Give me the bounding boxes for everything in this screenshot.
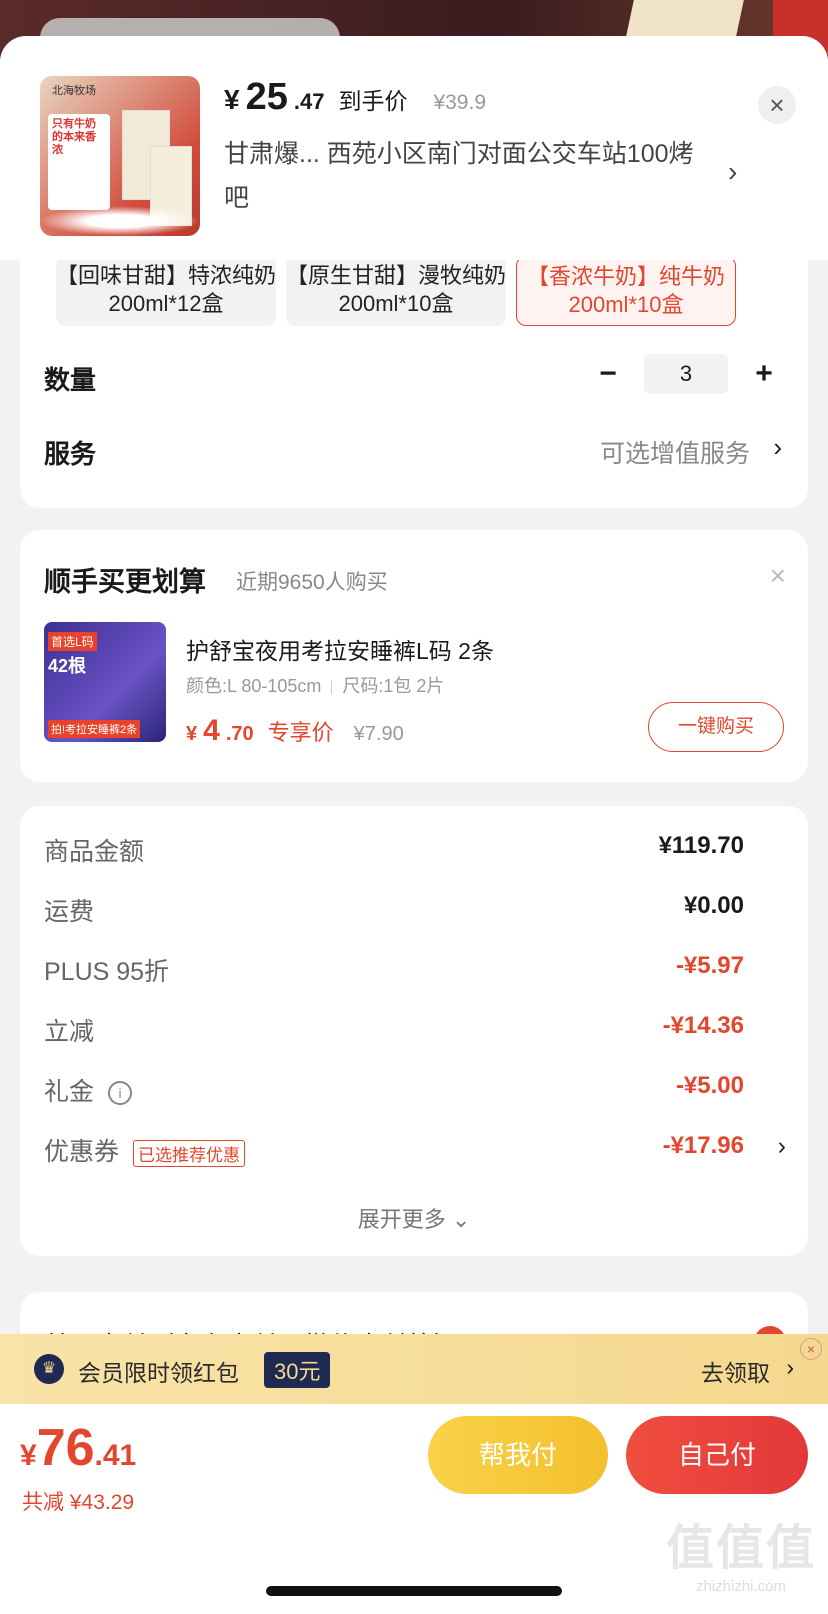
chevron-right-icon[interactable]: › [778,1132,786,1161]
variant-option[interactable]: 【回味甘甜】特浓纯奶200ml*12盒 [56,256,276,326]
close-icon[interactable]: × [800,1338,822,1360]
product-thumbnail: 北海牧场 只有牛奶的本来香浓 [40,76,200,236]
upsell-card: 顺手买更划算 近期9650人购买 × 首选L码 42根 拍!考拉安睡裤2条 护舒… [20,530,808,782]
chevron-right-icon[interactable]: › [773,432,782,463]
claim-button[interactable]: 去领取 [701,1354,770,1388]
bottom-bar: ¥76.41 共减 ¥43.29 帮我付 自己付 值值值 zhizhizhi.c… [0,1404,828,1614]
variant-list: 【回味甘甜】特浓纯奶200ml*12盒 【原生甘甜】漫牧纯奶200ml*10盒 … [56,256,736,326]
minus-button[interactable]: − [594,357,622,391]
promo-amount: 30元 [264,1352,331,1388]
summary-row: PLUS 95折 -¥5.97 [44,952,744,986]
price-label: 到手价 [338,88,408,114]
crown-icon: ♛ [34,1354,64,1384]
upsell-product-name[interactable]: 护舒宝夜用考拉安睡裤L码 2条 [186,632,494,666]
product-header: 北海牧场 只有牛奶的本来香浓 ¥25.47 到手价 ¥39.9 × 甘肃爆...… [0,36,828,260]
upsell-title: 顺手买更划算 [44,567,206,597]
upsell-thumbnail[interactable]: 首选L码 42根 拍!考拉安睡裤2条 [44,622,166,742]
promo-banner[interactable]: ♛ 会员限时领红包 30元 去领取 › × [0,1334,828,1404]
upsell-subtitle: 近期9650人购买 [236,571,388,594]
close-icon[interactable]: × [770,560,786,592]
total-price: ¥76.41 [20,1419,137,1477]
summary-row: 商品金额 ¥119.70 [44,832,744,866]
coupon-row[interactable]: 优惠券 已选推荐优惠 -¥17.96 › [44,1132,786,1172]
variant-option-selected[interactable]: 【香浓牛奶】纯牛奶200ml*10盒 [516,256,736,326]
summary-row: 立减 -¥14.36 [44,1012,744,1046]
chevron-right-icon[interactable]: › [786,1354,794,1381]
watermark: 值值值 zhizhizhi.com [665,1522,816,1595]
upsell-price: ¥4.70 专享价 ¥7.90 [186,714,404,747]
price-summary-card: 商品金额 ¥119.70 运费 ¥0.00 PLUS 95折 -¥5.97 立减… [20,806,808,1256]
one-click-buy-button[interactable]: 一键购买 [648,702,784,752]
expand-more-button[interactable]: 展开更多 ⌄ [20,1202,808,1234]
plus-button[interactable]: + [750,357,778,391]
quantity-label: 数量 [44,365,97,395]
coupon-badge: 已选推荐优惠 [133,1139,246,1167]
chevron-right-icon[interactable]: › [728,156,737,188]
upsell-spec: 颜色:L 80-105cm 尺码:1包 2片 [186,676,445,696]
total-discount: 共减 ¥43.29 [22,1491,135,1514]
summary-row: 运费 ¥0.00 [44,892,744,926]
help-me-pay-button[interactable]: 帮我付 [428,1416,608,1494]
close-icon[interactable]: × [758,86,796,124]
delivery-address[interactable]: 甘肃爆... 西苑小区南门对面公交车站100烤吧 [224,132,704,220]
original-price: ¥39.9 [433,91,487,114]
variant-option[interactable]: 【原生甘甜】漫牧纯奶200ml*10盒 [286,256,506,326]
product-price: ¥25.47 到手价 ¥39.9 [224,76,487,118]
service-label: 服务 [44,439,97,469]
info-icon[interactable]: i [108,1081,133,1106]
promo-text: 会员限时领红包 [78,1360,239,1386]
service-value[interactable]: 可选增值服务 [600,434,750,470]
quantity-stepper: − 3 + [594,354,778,394]
quantity-input[interactable]: 3 [644,354,728,394]
home-indicator[interactable] [266,1586,562,1596]
pay-myself-button[interactable]: 自己付 [626,1416,808,1494]
summary-row: 礼金 i -¥5.00 [44,1072,744,1106]
